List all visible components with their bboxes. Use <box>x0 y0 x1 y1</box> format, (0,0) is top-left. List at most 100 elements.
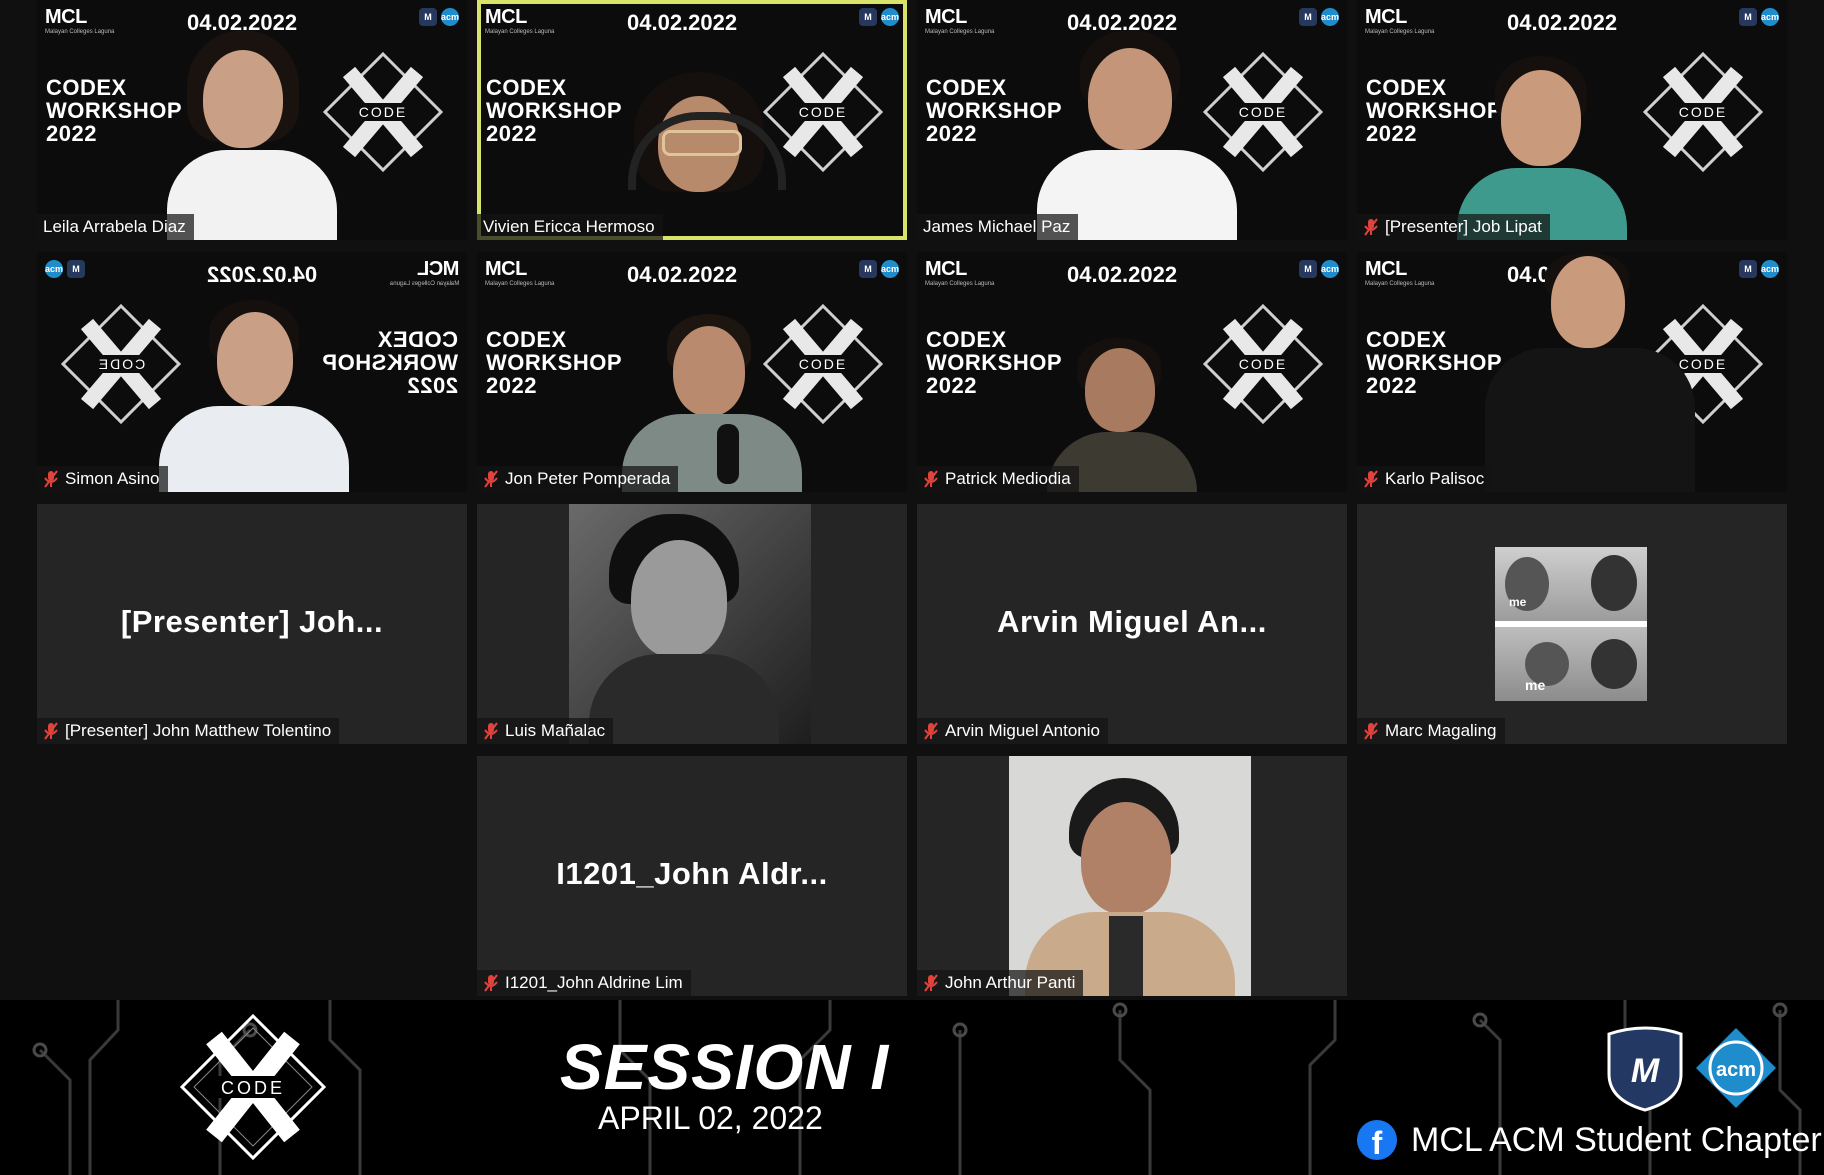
meme-caption: me <box>1525 677 1546 693</box>
participant-tile[interactable]: MCL Malayan Colleges Laguna 04.02.2022 ac… <box>37 252 467 492</box>
mcl-badge-icon: M <box>1739 260 1757 278</box>
mic-muted-icon <box>924 974 938 992</box>
facebook-icon: f <box>1357 1120 1397 1160</box>
svg-text:CODE: CODE <box>799 104 847 120</box>
session-title: SESSION I <box>560 1031 890 1103</box>
codex-x-logo: CODE <box>322 51 444 173</box>
participant-name-label: James Michael Paz <box>917 214 1079 240</box>
participant-tile[interactable]: MCLMalayan Colleges Laguna 04.02.2022 Ma… <box>917 0 1347 240</box>
codex-x-logo-large: CODE <box>179 1013 327 1161</box>
video-grid: MCL Malayan Colleges Laguna 04.02.2022 Ma… <box>0 0 1824 1000</box>
acm-badge-icon: acm <box>1321 8 1339 26</box>
participant-tile[interactable]: me me Marc Magaling <box>1357 504 1787 744</box>
participant-tile[interactable]: MCLMalayan Colleges Laguna 04.02.2022 Ma… <box>477 252 907 492</box>
participant-tile-active-speaker[interactable]: MCL Malayan Colleges Laguna 04.02.2022 Ma… <box>477 0 907 240</box>
svg-text:CODE: CODE <box>221 1078 285 1098</box>
participant-tile[interactable]: MCLMalayan Colleges Laguna 04.02.2022 Ma… <box>917 252 1347 492</box>
mic-muted-icon <box>484 470 498 488</box>
participant-name-label: Jon Peter Pomperada <box>477 466 679 492</box>
acm-badge-icon: acm <box>1761 8 1779 26</box>
mcl-badge-icon: M <box>67 260 85 278</box>
mic-muted-icon <box>44 470 58 488</box>
mcl-badge-icon: M <box>1299 260 1317 278</box>
participant-name-label: I1201_John Aldrine Lim <box>477 970 691 996</box>
svg-text:CODE: CODE <box>1239 104 1287 120</box>
event-date: 04.02.2022 <box>1507 10 1618 35</box>
workshop-title: CODEX WORKSHOP 2022 <box>486 327 622 398</box>
svg-text:CODE: CODE <box>1679 356 1727 372</box>
mic-muted-icon <box>1364 218 1378 236</box>
svg-text:M: M <box>1631 1052 1660 1090</box>
workshop-title: CODEX WORKSHOP 2022 <box>322 327 458 398</box>
codex-x-logo: CODE <box>1642 51 1764 173</box>
svg-text:CODE: CODE <box>359 104 407 120</box>
participant-display-name: Arvin Miguel An... <box>997 604 1267 639</box>
participant-name-label: [Presenter] Job Lipat <box>1357 214 1550 240</box>
event-date: 04.02.2022 <box>206 262 317 287</box>
mcl-logo: MCL Malayan Colleges Laguna <box>485 258 555 287</box>
svg-text:CODE: CODE <box>97 356 145 372</box>
profile-photo <box>569 504 811 744</box>
mcl-logo: MCL Malayan Colleges Laguna <box>45 6 115 35</box>
mcl-badge-icon: M <box>1739 8 1757 26</box>
participant-name-label: [Presenter] John Matthew Tolentino <box>37 718 340 744</box>
mcl-shield-icon: M <box>1607 1026 1683 1112</box>
mcl-badge-icon: M <box>859 260 877 278</box>
svg-text:CODE: CODE <box>799 356 847 372</box>
participant-name-label: Vivien Ericca Hermoso <box>477 214 663 240</box>
participant-name-label: Marc Magaling <box>1357 718 1505 744</box>
participant-tile[interactable]: Arvin Miguel An... Arvin Miguel Antonio <box>917 504 1347 744</box>
participant-tile[interactable]: [Presenter] Joh... [Presenter] John Matt… <box>37 504 467 744</box>
codex-x-logo: CODE <box>60 303 182 425</box>
acm-badge-icon: acm <box>441 8 459 26</box>
mcl-badge-icon: M <box>1299 8 1317 26</box>
acm-logo-icon: acm <box>1696 1028 1776 1108</box>
mcl-logo: MCL Malayan Colleges Laguna <box>1365 258 1435 287</box>
event-date: 04.02.2022 <box>1067 262 1178 287</box>
mic-muted-icon <box>1364 470 1378 488</box>
workshop-title: CODEX WORKSHOP 2022 <box>486 75 622 146</box>
participant-name-label: John Arthur Panti <box>917 970 1084 996</box>
participant-tile[interactable]: MCLMalayan Colleges Laguna 04.02.2022 Ma… <box>1357 0 1787 240</box>
mic-muted-icon <box>924 722 938 740</box>
codex-x-logo: CODE <box>762 303 884 425</box>
mcl-logo: MCL Malayan Colleges Laguna <box>925 6 995 35</box>
codex-x-logo: CODE <box>1202 51 1324 173</box>
profile-photo-meme: me me <box>1495 547 1647 701</box>
mcl-logo: MCL Malayan Colleges Laguna <box>925 258 995 287</box>
workshop-title: CODEX WORKSHOP 2022 <box>46 75 182 146</box>
workshop-title: CODEX WORKSHOP 2022 <box>926 327 1062 398</box>
event-date: 04.02.2022 <box>627 10 738 35</box>
participant-name-label: Arvin Miguel Antonio <box>917 718 1108 744</box>
acm-badge-icon: acm <box>1761 260 1779 278</box>
mcl-logo: MCL Malayan Colleges Laguna <box>1365 6 1435 35</box>
acm-badge-icon: acm <box>881 8 899 26</box>
workshop-title: CODEX WORKSHOP 2022 <box>1366 327 1502 398</box>
participant-display-name: [Presenter] Joh... <box>120 604 384 639</box>
participant-tile[interactable]: John Arthur Panti <box>917 756 1347 996</box>
profile-photo <box>1009 756 1251 996</box>
participant-name-label: Patrick Mediodia <box>917 466 1079 492</box>
facebook-page-link[interactable]: f MCL ACM Student Chapter <box>1357 1120 1822 1160</box>
acm-badge-icon: acm <box>881 260 899 278</box>
participant-tile[interactable]: MCLMalayan Colleges Laguna 04.02.2022 Ma… <box>1357 252 1787 492</box>
facebook-page-name: MCL ACM Student Chapter <box>1411 1120 1822 1159</box>
codex-x-logo: CODE <box>1202 303 1324 425</box>
meme-caption: me <box>1509 595 1527 609</box>
svg-text:CODE: CODE <box>1239 356 1287 372</box>
mcl-badge-icon: M <box>859 8 877 26</box>
acm-badge-icon: acm <box>45 260 63 278</box>
mic-muted-icon <box>44 722 58 740</box>
workshop-title: CODEX WORKSHOP 2022 <box>926 75 1062 146</box>
participant-tile[interactable]: Luis Mañalac <box>477 504 907 744</box>
mcl-logo: MCL Malayan Colleges Laguna <box>485 6 555 35</box>
participant-display-name: I1201_John Aldr... <box>556 856 828 891</box>
participant-tile[interactable]: MCLMalayan Colleges Laguna 04.02.2022 Ma… <box>37 0 467 240</box>
participant-name-label: Leila Arrabela Diaz <box>37 214 194 240</box>
svg-text:CODE: CODE <box>1679 104 1727 120</box>
acm-badge-icon: acm <box>1321 260 1339 278</box>
event-date: 04.02.2022 <box>627 262 738 287</box>
participant-name-label: Luis Mañalac <box>477 718 614 744</box>
participant-name-label: Simon Asino <box>37 466 168 492</box>
participant-tile[interactable]: I1201_John Aldr... I1201_John Aldrine Li… <box>477 756 907 996</box>
